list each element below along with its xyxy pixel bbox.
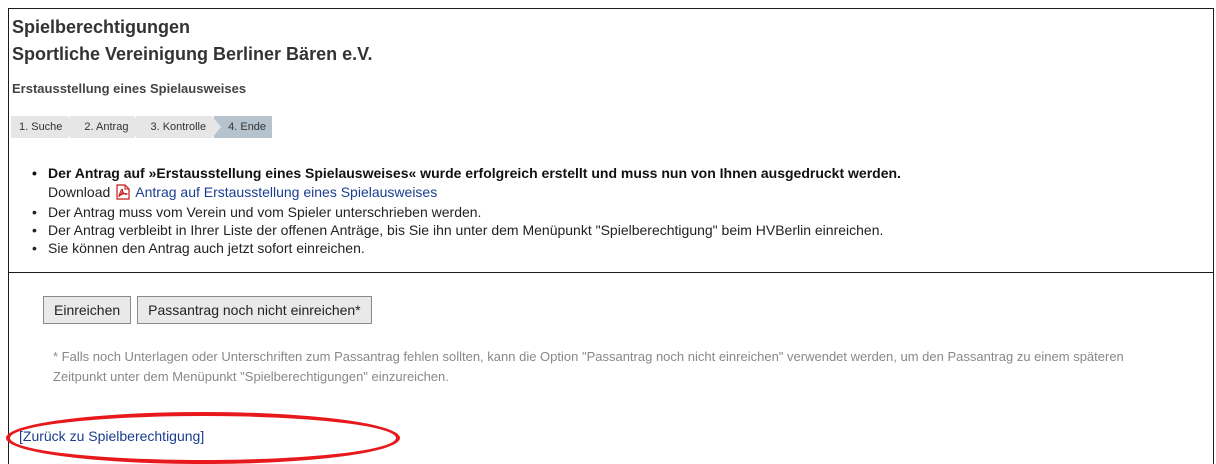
step-end: 4. Ende <box>214 116 273 138</box>
pdf-icon[interactable] <box>115 184 131 200</box>
download-link[interactable]: Antrag auf Erstausstellung eines Spielau… <box>135 183 437 201</box>
action-buttons: Einreichen Passantrag noch nicht einreic… <box>43 296 372 324</box>
wizard-steps: 1. Suche 2. Antrag 3. Kontrolle 4. Ende <box>11 116 274 138</box>
step-application: 2. Antrag <box>70 116 144 138</box>
info-bullet-submit-now: Sie können den Antrag auch jetzt sofort … <box>32 239 901 257</box>
defer-button[interactable]: Passantrag noch nicht einreichen* <box>137 296 372 324</box>
success-message: Der Antrag auf »Erstausstellung eines Sp… <box>32 164 901 182</box>
download-label: Download <box>48 184 111 200</box>
info-bullet-signature: Der Antrag muss vom Verein und vom Spiel… <box>32 203 901 221</box>
page-title: Spielberechtigungen <box>12 17 191 37</box>
back-link[interactable]: [Zurück zu Spielberechtigung] <box>19 428 204 444</box>
info-bullet-pending: Der Antrag verbleibt in Ihrer Liste der … <box>32 221 901 239</box>
step-search: 1. Suche <box>11 116 78 138</box>
download-row: Download Antrag auf Erstausstellung eine… <box>32 182 901 202</box>
step-review: 3. Kontrolle <box>136 116 221 138</box>
footnote: * Falls noch Unterlagen oder Unterschrif… <box>53 349 1124 384</box>
message-list: Der Antrag auf »Erstausstellung eines Sp… <box>32 164 901 257</box>
submit-button[interactable]: Einreichen <box>43 296 132 324</box>
club-name: Sportliche Vereinigung Berliner Bären e.… <box>12 44 373 64</box>
page-subtitle: Erstausstellung eines Spielausweises <box>12 81 247 96</box>
